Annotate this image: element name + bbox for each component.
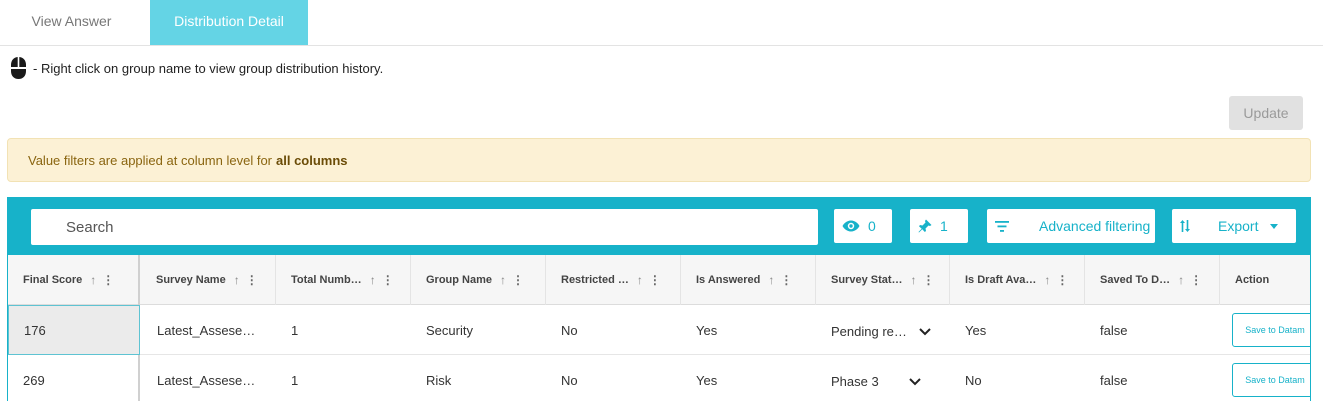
sort-up-icon[interactable]: ↑ xyxy=(1178,273,1184,287)
column-menu-icon[interactable]: ⋮ xyxy=(780,273,792,287)
cell-is-draft-available[interactable]: No xyxy=(950,355,1085,401)
sort-up-icon[interactable]: ↑ xyxy=(911,273,917,287)
filter-info-banner: Value filters are applied at column leve… xyxy=(7,138,1311,182)
banner-text: Value filters are applied at column leve… xyxy=(28,152,272,168)
hint-line: - Right click on group name to view grou… xyxy=(10,55,383,81)
column-header-action[interactable]: Action↑ xyxy=(1220,255,1310,305)
sort-up-icon[interactable]: ↑ xyxy=(234,273,240,287)
cell-survey-name[interactable]: Latest_Assese… xyxy=(142,355,276,401)
table-row[interactable]: 269 Latest_Assese… 1 Risk No Yes Phase 3… xyxy=(8,355,1310,401)
column-menu-icon[interactable]: ⋮ xyxy=(102,273,114,287)
chevron-down-icon[interactable] xyxy=(919,327,931,336)
column-header-survey-name[interactable]: Survey Name ↑ ⋮ xyxy=(141,255,276,305)
sort-up-icon[interactable]: ↑ xyxy=(90,273,96,287)
column-menu-icon[interactable]: ⋮ xyxy=(1190,273,1202,287)
cell-restricted[interactable]: No xyxy=(546,355,681,401)
sort-up-icon[interactable]: ↑ xyxy=(768,273,774,287)
tab-view-answer[interactable]: View Answer xyxy=(0,0,143,45)
table-row[interactable]: 176 Latest_Assese… 1 Security No Yes Pen… xyxy=(8,305,1310,355)
column-header-is-answered[interactable]: Is Answered ↑ ⋮ xyxy=(681,255,816,305)
column-header-total-number[interactable]: Total Numb… ↑ ⋮ xyxy=(276,255,411,305)
cell-saved-to-datamap[interactable]: false xyxy=(1085,305,1220,355)
cell-saved-to-datamap[interactable]: false xyxy=(1085,355,1220,401)
cell-group-name[interactable]: Security xyxy=(411,305,546,355)
save-to-datamap-button[interactable]: Save to Datam xyxy=(1232,313,1310,347)
pinned-columns-button[interactable]: 1 xyxy=(910,209,968,243)
tab-distribution-detail[interactable]: Distribution Detail xyxy=(150,0,308,45)
cell-restricted[interactable]: No xyxy=(546,305,681,355)
sort-up-icon[interactable]: ↑ xyxy=(1309,273,1310,287)
cell-total-number[interactable]: 1 xyxy=(276,355,411,401)
column-header-group-name[interactable]: Group Name ↑ ⋮ xyxy=(411,255,546,305)
cell-total-number[interactable]: 1 xyxy=(276,305,411,355)
cell-survey-name[interactable]: Latest_Assese… xyxy=(142,305,276,355)
mouse-icon xyxy=(10,57,27,79)
advanced-filtering-label: Advanced filtering xyxy=(1039,218,1151,234)
column-menu-icon[interactable]: ⋮ xyxy=(923,273,935,287)
cell-survey-status[interactable]: Pending re… xyxy=(816,305,950,355)
search-input[interactable]: Search xyxy=(31,209,818,245)
survey-status-select[interactable]: Phase 3 xyxy=(831,371,921,389)
cell-survey-status[interactable]: Phase 3 xyxy=(816,355,950,401)
cell-is-answered[interactable]: Yes xyxy=(681,355,816,401)
survey-status-select[interactable]: Pending re… xyxy=(831,321,931,339)
data-grid: Search 0 1 Advanced filtering Export Fin… xyxy=(7,197,1311,401)
caret-down-icon xyxy=(1270,223,1279,229)
banner-bold-text: all columns xyxy=(276,152,348,168)
tab-bar: View Answer Distribution Detail xyxy=(0,0,1323,46)
column-header-final-score[interactable]: Final Score ↑ ⋮ xyxy=(8,255,140,305)
cell-final-score[interactable]: 176 xyxy=(8,305,140,355)
export-label: Export xyxy=(1218,218,1259,234)
sort-up-icon[interactable]: ↑ xyxy=(500,273,506,287)
column-menu-icon[interactable]: ⋮ xyxy=(382,273,394,287)
filter-lines-icon xyxy=(995,220,1009,232)
sort-up-icon[interactable]: ↑ xyxy=(370,273,376,287)
column-menu-icon[interactable]: ⋮ xyxy=(649,273,661,287)
cell-is-draft-available[interactable]: Yes xyxy=(950,305,1085,355)
advanced-filtering-button[interactable]: Advanced filtering xyxy=(987,209,1155,243)
pin-icon xyxy=(918,219,932,233)
grid-header-row: Final Score ↑ ⋮ Survey Name ↑ ⋮ Total Numb… ↑… xyxy=(8,255,1310,305)
column-header-survey-status[interactable]: Survey Stat… ↑ ⋮ xyxy=(816,255,950,305)
eye-icon xyxy=(842,220,860,232)
sort-arrows-icon xyxy=(1180,220,1190,232)
cell-is-answered[interactable]: Yes xyxy=(681,305,816,355)
export-button[interactable]: Export xyxy=(1172,209,1296,243)
visible-columns-button[interactable]: 0 xyxy=(834,209,892,243)
sort-up-icon[interactable]: ↑ xyxy=(637,273,643,287)
update-button[interactable]: Update xyxy=(1229,96,1303,130)
column-menu-icon[interactable]: ⋮ xyxy=(246,273,258,287)
grid-toolbar: Search 0 1 Advanced filtering Export xyxy=(8,198,1310,255)
visible-columns-count: 0 xyxy=(868,218,876,234)
survey-status-value: Pending re… xyxy=(831,324,907,339)
chevron-down-icon[interactable] xyxy=(908,377,921,386)
column-header-saved-to-datamap[interactable]: Saved To D… ↑ ⋮ xyxy=(1085,255,1220,305)
column-menu-icon[interactable]: ⋮ xyxy=(512,273,524,287)
sort-up-icon[interactable]: ↑ xyxy=(1044,273,1050,287)
cell-group-name[interactable]: Risk xyxy=(411,355,546,401)
survey-status-value: Phase 3 xyxy=(831,374,879,389)
hint-text: - Right click on group name to view grou… xyxy=(33,60,384,76)
pinned-columns-count: 1 xyxy=(940,218,948,234)
column-menu-icon[interactable]: ⋮ xyxy=(1056,273,1068,287)
column-header-restricted[interactable]: Restricted … ↑ ⋮ xyxy=(546,255,681,305)
column-header-is-draft-available[interactable]: Is Draft Ava… ↑ ⋮ xyxy=(950,255,1085,305)
save-to-datamap-button[interactable]: Save to Datam xyxy=(1232,363,1310,397)
cell-final-score[interactable]: 269 xyxy=(8,355,140,401)
